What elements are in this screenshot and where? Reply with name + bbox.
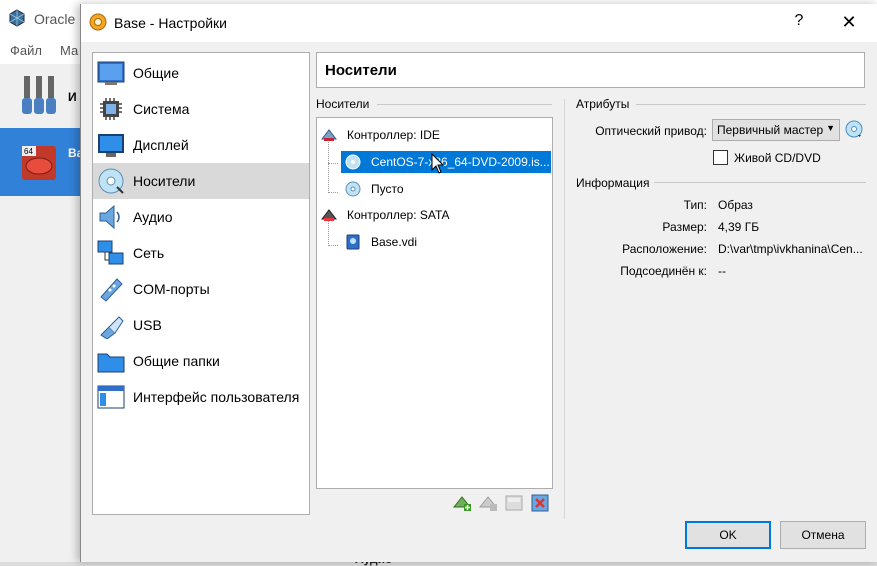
choose-disk-icon[interactable] <box>844 119 864 139</box>
category-storage[interactable]: Носители <box>93 163 309 199</box>
tree-node-label: Контроллер: IDE <box>347 128 440 142</box>
tree-node-sata-controller[interactable]: Контроллер: SATA <box>319 204 549 226</box>
settings-category-list: Общие Система Дисплей Носители Аудио Сет… <box>92 52 310 515</box>
page-title: Носители <box>325 62 397 79</box>
category-com-ports[interactable]: COM-порты <box>93 271 309 307</box>
add-attachment-icon[interactable] <box>504 493 524 513</box>
help-button[interactable]: ? <box>787 12 811 30</box>
vertical-splitter[interactable] <box>564 99 565 519</box>
optical-drive-value: Первичный мастер <box>717 123 824 137</box>
add-controller-icon[interactable] <box>452 493 472 513</box>
remove-attachment-icon[interactable] <box>530 493 550 513</box>
info-attached-to-value: -- <box>718 264 726 278</box>
tree-node-base-vdi[interactable]: Base.vdi <box>341 231 551 253</box>
tree-line <box>328 245 338 246</box>
category-label: Аудио <box>133 209 173 225</box>
shared-folders-icon <box>97 353 125 373</box>
category-label: USB <box>133 317 162 333</box>
menu-machine[interactable]: Ма <box>60 43 78 58</box>
ide-controller-icon <box>321 129 337 141</box>
sata-controller-icon <box>321 209 337 221</box>
group-divider <box>636 104 866 105</box>
tree-node-centos-iso[interactable]: CentOS-7-x86_64-DVD-2009.is... <box>341 151 551 173</box>
usb-icon <box>100 316 124 339</box>
close-button[interactable]: ✕ <box>837 12 861 33</box>
tree-node-label: CentOS-7-x86_64-DVD-2009.is... <box>371 155 550 169</box>
tree-line <box>328 140 329 193</box>
category-user-interface[interactable]: Интерфейс пользователя <box>93 379 309 415</box>
tools-icon[interactable] <box>22 74 58 116</box>
optical-drive-label: Оптический привод: <box>595 124 707 138</box>
chevron-down-icon: ▼ <box>826 123 835 133</box>
attributes-group-label: Атрибуты <box>576 97 630 111</box>
display-icon <box>98 134 124 157</box>
info-type-value: Образ <box>718 198 753 212</box>
virtualbox-logo-icon <box>9 9 25 27</box>
cancel-button[interactable]: Отмена <box>780 521 866 549</box>
category-audio[interactable]: Аудио <box>93 199 309 235</box>
category-general[interactable]: Общие <box>93 55 309 91</box>
tools-label: И <box>68 90 77 104</box>
info-size-value: 4,39 ГБ <box>718 220 760 234</box>
group-divider <box>654 182 866 183</box>
dialog-title: Base - Настройки <box>114 15 227 31</box>
live-cd-checkbox[interactable] <box>713 150 728 165</box>
category-usb[interactable]: USB <box>93 307 309 343</box>
network-icon <box>97 240 124 265</box>
settings-dialog: Base - Настройки ? ✕ Общие Система Диспл… <box>80 4 877 562</box>
info-location-label: Расположение: <box>622 242 707 256</box>
remove-controller-icon[interactable] <box>478 493 498 513</box>
audio-icon <box>99 204 120 230</box>
info-type-label: Тип: <box>683 198 707 212</box>
tree-node-label: Пусто <box>371 182 404 196</box>
mouse-cursor-icon <box>431 153 445 174</box>
tree-line <box>328 192 338 193</box>
tree-node-empty-drive[interactable]: Пусто <box>341 178 551 200</box>
svg-text:64: 64 <box>24 147 33 156</box>
ok-button[interactable]: OK <box>685 521 771 549</box>
tree-node-label: Base.vdi <box>371 235 418 249</box>
tree-node-ide-controller[interactable]: Контроллер: IDE <box>319 124 549 146</box>
info-attached-to-label: Подсоединён к: <box>620 264 707 278</box>
storage-icon <box>98 168 124 194</box>
system-icon <box>100 98 122 120</box>
page-header: Носители <box>316 52 865 88</box>
info-size-label: Размер: <box>662 220 707 234</box>
settings-gear-icon <box>89 13 107 31</box>
category-label: COM-порты <box>133 281 210 297</box>
category-shared-folders[interactable]: Общие папки <box>93 343 309 379</box>
manager-title: Oracle <box>34 11 76 27</box>
category-label: Общие папки <box>133 353 220 369</box>
menu-file[interactable]: Файл <box>10 43 42 58</box>
category-label: Носители <box>133 173 196 189</box>
storage-group-label: Носители <box>316 97 370 111</box>
category-label: Дисплей <box>133 137 189 153</box>
serial-ports-icon <box>100 278 123 302</box>
group-divider <box>377 104 552 105</box>
optical-disc-icon <box>345 181 361 197</box>
hard-disk-icon <box>346 234 360 250</box>
optical-drive-select[interactable]: Первичный мастер ▼ <box>712 119 840 141</box>
live-cd-label[interactable]: Живой CD/DVD <box>734 151 821 165</box>
user-interface-icon <box>97 385 125 409</box>
category-label: Система <box>133 101 190 117</box>
optical-disc-icon <box>345 154 361 170</box>
category-system[interactable]: Система <box>93 91 309 127</box>
info-location-value: D:\var\tmp\ivkhanina\Cen... <box>718 242 863 256</box>
tree-node-label: Контроллер: SATA <box>347 208 450 222</box>
category-label: Общие <box>133 65 180 81</box>
tree-line <box>328 163 338 164</box>
category-display[interactable]: Дисплей <box>93 127 309 163</box>
category-label: Интерфейс пользователя <box>133 389 300 405</box>
category-network[interactable]: Сеть <box>93 235 309 271</box>
general-icon <box>97 61 125 85</box>
category-label: Сеть <box>133 245 165 261</box>
information-group-label: Информация <box>576 176 650 190</box>
vm-os-icon: 64 <box>22 146 56 180</box>
